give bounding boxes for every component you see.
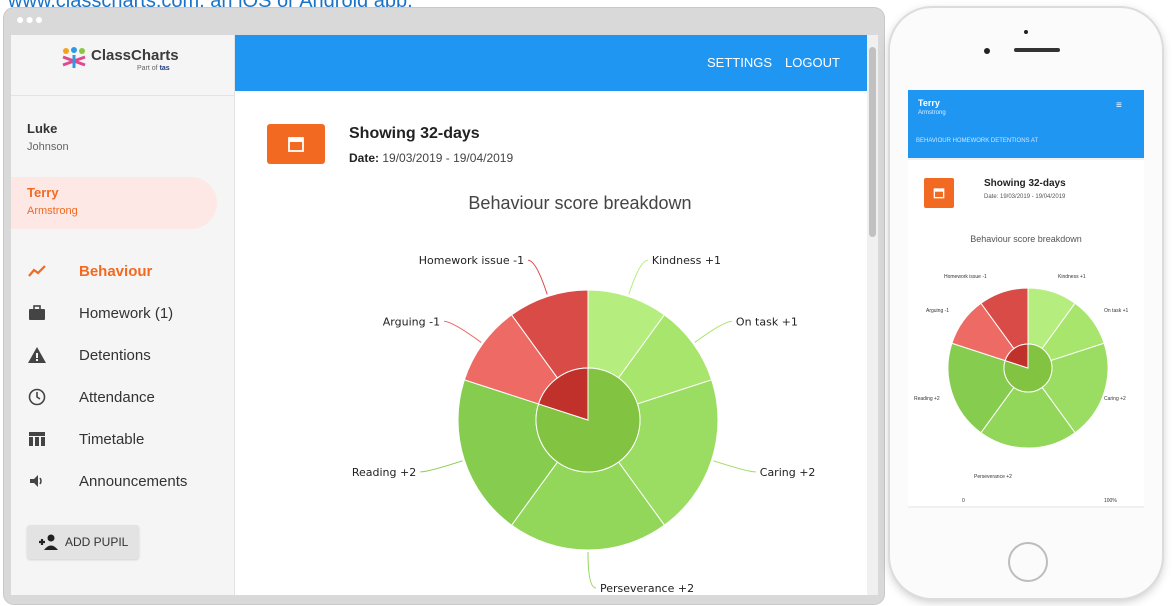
phone-header: Terry Armstrong ≡ BEHAVIOUR HOMEWORK DET… (908, 90, 1144, 158)
chart-label: On task +1 (736, 315, 798, 328)
pupil-first-name: Luke (27, 121, 58, 136)
phone-chart-label: On task +1 (1104, 308, 1129, 314)
phone-pupil-name: Terry (918, 98, 940, 108)
nav-label: Detentions (79, 347, 151, 364)
chart-label: Homework issue -1 (419, 254, 524, 267)
scrollbar-thumb[interactable] (869, 47, 876, 237)
phone-chart-label: Reading +2 (914, 396, 940, 402)
pupil-item-terry[interactable]: Terry Armstrong (11, 177, 217, 229)
nav-item-attendance[interactable]: Attendance (11, 379, 234, 417)
phone-chart-label: Arguing -1 (926, 308, 950, 314)
pupil-item-luke[interactable]: Luke Johnson (11, 113, 217, 165)
nav-label: Announcements (79, 473, 188, 490)
scrollbar[interactable] (867, 35, 878, 595)
home-button[interactable] (1008, 542, 1048, 582)
phone-tabs[interactable]: BEHAVIOUR HOMEWORK DETENTIONS AT (916, 138, 1038, 144)
logo-subtitle: Part of tas (137, 65, 170, 72)
nav-label: Attendance (79, 389, 155, 406)
nav-item-homework[interactable]: Homework (1) (11, 295, 234, 333)
sidebar-divider (11, 95, 234, 96)
classcharts-logo-icon (62, 47, 86, 68)
chart-label-connector (694, 320, 732, 343)
briefcase-icon (29, 305, 45, 320)
logout-link[interactable]: LOGOUT (785, 55, 840, 70)
chart-label: Reading +2 (352, 466, 416, 479)
main-content: Showing 32-days Date: 19/03/2019 - 19/04… (235, 91, 865, 595)
menu-icon[interactable]: ≡ (1116, 100, 1122, 111)
sidebar: ClassCharts Part of tas Luke Johnson Ter… (11, 35, 235, 595)
chart-label: Kindness +1 (652, 254, 721, 267)
warning-icon (28, 347, 46, 363)
behaviour-chart: Kindness +1 On task +1 Caring +2 Perseveran… (352, 254, 816, 595)
phone-chart-label: Caring +2 (1104, 396, 1126, 402)
settings-link[interactable]: SETTINGS (707, 55, 772, 70)
phone-pupil-sub: Armstrong (918, 110, 946, 116)
logo-text: ClassCharts (91, 47, 179, 64)
phone-card: Showing 32-days Date: 19/03/2019 - 19/04… (908, 160, 1144, 506)
front-camera-icon (1024, 30, 1028, 34)
logo[interactable]: ClassCharts Part of tas (61, 45, 201, 75)
add-pupil-button[interactable]: ADD PUPIL (27, 525, 139, 559)
chart-label-connector (444, 320, 482, 343)
logo-sub-brand: tas (159, 65, 170, 72)
phone-screen: Terry Armstrong ≡ BEHAVIOUR HOMEWORK DET… (908, 90, 1144, 508)
pupil-last-name: Armstrong (27, 205, 78, 217)
chart-label-connector (713, 460, 756, 473)
chart-label: Caring +2 (760, 466, 816, 479)
clock-icon (28, 388, 46, 406)
nav-item-timetable[interactable]: Timetable (11, 421, 234, 459)
phone-chart-label: Homework issue -1 (944, 274, 987, 280)
chart-label: Arguing -1 (383, 315, 440, 328)
speaker-grille-icon (1014, 48, 1060, 52)
speaker-icon (30, 475, 42, 487)
chart-label-connector (628, 259, 649, 295)
chart-label-connector (420, 460, 463, 473)
chart-label: Perseverance +2 (600, 582, 694, 595)
nav-item-announcements[interactable]: Announcements (11, 463, 234, 501)
nav-item-behaviour[interactable]: Behaviour (11, 253, 234, 291)
phone-device: Terry Armstrong ≡ BEHAVIOUR HOMEWORK DET… (890, 8, 1162, 598)
logo-sub-prefix: Part of (137, 65, 158, 72)
pupil-last-name: Johnson (27, 141, 69, 153)
app-viewport: ClassCharts Part of tas Luke Johnson Ter… (11, 35, 878, 595)
timetable-icon (29, 432, 45, 446)
browser-window: ●●● ClassCharts Part of tas Luke Johnson… (4, 8, 884, 604)
chart-label-connector (527, 259, 548, 295)
nav-label: Timetable (79, 431, 145, 448)
phone-slider-max: 100% (1104, 498, 1117, 504)
phone-chart-label: Perseverance +2 (974, 474, 1012, 480)
phone-slider-min: 0 (962, 498, 965, 504)
add-pupil-label: ADD PUPIL (65, 535, 129, 549)
nav-label: Behaviour (79, 263, 153, 280)
trend-line-icon (28, 265, 46, 277)
camera-icon (984, 48, 990, 54)
pupil-first-name: Terry (27, 185, 59, 200)
window-dots-icon: ●●● (16, 11, 45, 27)
phone-chart-label: Kindness +1 (1058, 274, 1086, 280)
chart-label-connector (587, 551, 597, 589)
top-bar: SETTINGS LOGOUT (235, 35, 878, 91)
nav-item-detentions[interactable]: Detentions (11, 337, 234, 375)
add-user-icon (39, 534, 58, 550)
nav-label: Homework (1) (79, 305, 174, 322)
